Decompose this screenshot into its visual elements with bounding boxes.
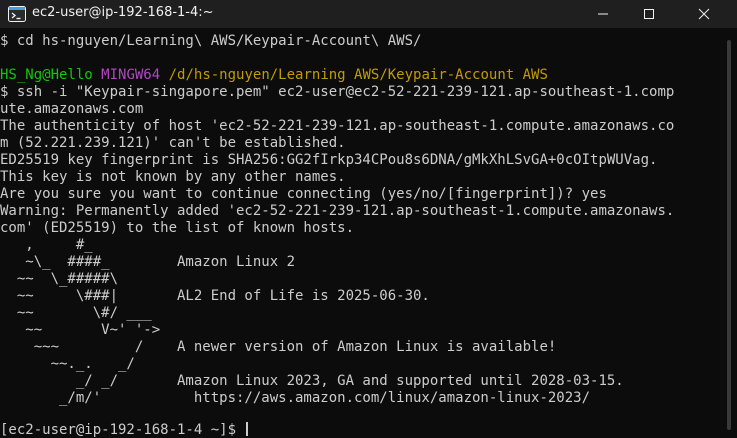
prompt-user-host: HS_Ng@Hello	[0, 67, 93, 83]
motd-line: ~\_ ####_ Amazon Linux 2	[0, 254, 296, 270]
cd-command-line: $ cd hs-nguyen/Learning\ AWS/Keypair-Acc…	[0, 33, 422, 49]
title-bar[interactable]: ec2-user@ip-192-168-1-4:~	[0, 0, 737, 28]
text-cursor	[246, 422, 249, 436]
motd-line: ~~~ / A newer version of Amazon Linux is…	[0, 339, 557, 355]
prompt-shell: MINGW64	[101, 67, 161, 83]
close-button[interactable]	[672, 0, 737, 28]
terminal-output[interactable]: $ cd hs-nguyen/Learning\ AWS/Keypair-Acc…	[0, 30, 722, 438]
authenticity-line: The authenticity of host 'ec2-52-221-239…	[0, 118, 675, 134]
scrollbar-thumb[interactable]	[727, 40, 731, 430]
warning-line: Warning: Permanently added 'ec2-52-221-2…	[0, 203, 675, 219]
terminal-window: ec2-user@ip-192-168-1-4:~ $ cd hs-nguyen…	[0, 0, 737, 438]
git-bash-icon	[8, 6, 26, 22]
remote-prompt-line[interactable]: [ec2-user@ip-192-168-1-4 ~]$	[0, 422, 249, 438]
ssh-command-line-wrap: ute.amazonaws.com	[0, 101, 144, 117]
close-icon	[698, 8, 710, 20]
motd-line: _/m/' https://aws.amazon.com/linux/amazo…	[0, 390, 591, 406]
motd-line: ~~ \#/ ___	[0, 305, 152, 321]
minimize-icon	[598, 13, 608, 15]
prompt-path: /d/hs-nguyen/Learning AWS/Keypair-Accoun…	[168, 67, 548, 83]
key-unknown-line: This key is not known by any other names…	[0, 169, 346, 185]
window-title: ec2-user@ip-192-168-1-4:~	[32, 5, 214, 20]
confirm-line: Are you sure you want to continue connec…	[0, 186, 607, 202]
warning-line-wrap: com' (ED25519) to the list of known host…	[0, 220, 355, 236]
shell-prompt-line: HS_Ng@Hello MINGW64 /d/hs-nguyen/Learnin…	[0, 67, 548, 84]
fingerprint-line: ED25519 key fingerprint is SHA256:GG2fIr…	[0, 152, 658, 168]
ssh-command-line: $ ssh -i "Keypair-singapore.pem" ec2-use…	[0, 84, 675, 100]
maximize-button[interactable]	[626, 0, 672, 28]
motd-line: , #_	[0, 237, 93, 253]
authenticity-line-wrap: m (52.221.239.121)' can't be established…	[0, 135, 346, 151]
remote-prompt: [ec2-user@ip-192-168-1-4 ~]$	[0, 422, 245, 438]
minimize-button[interactable]	[580, 0, 626, 28]
motd-line: ~~ \###| AL2 End of Life is 2025-06-30.	[0, 288, 430, 304]
motd-line: ~~._. _/	[0, 356, 135, 372]
motd-line: ~~ V~' '->	[0, 322, 161, 338]
motd-line: _/ _/ Amazon Linux 2023, GA and supporte…	[0, 373, 624, 389]
maximize-icon	[644, 9, 654, 19]
motd-line: ~~ \_#####\	[0, 271, 119, 287]
